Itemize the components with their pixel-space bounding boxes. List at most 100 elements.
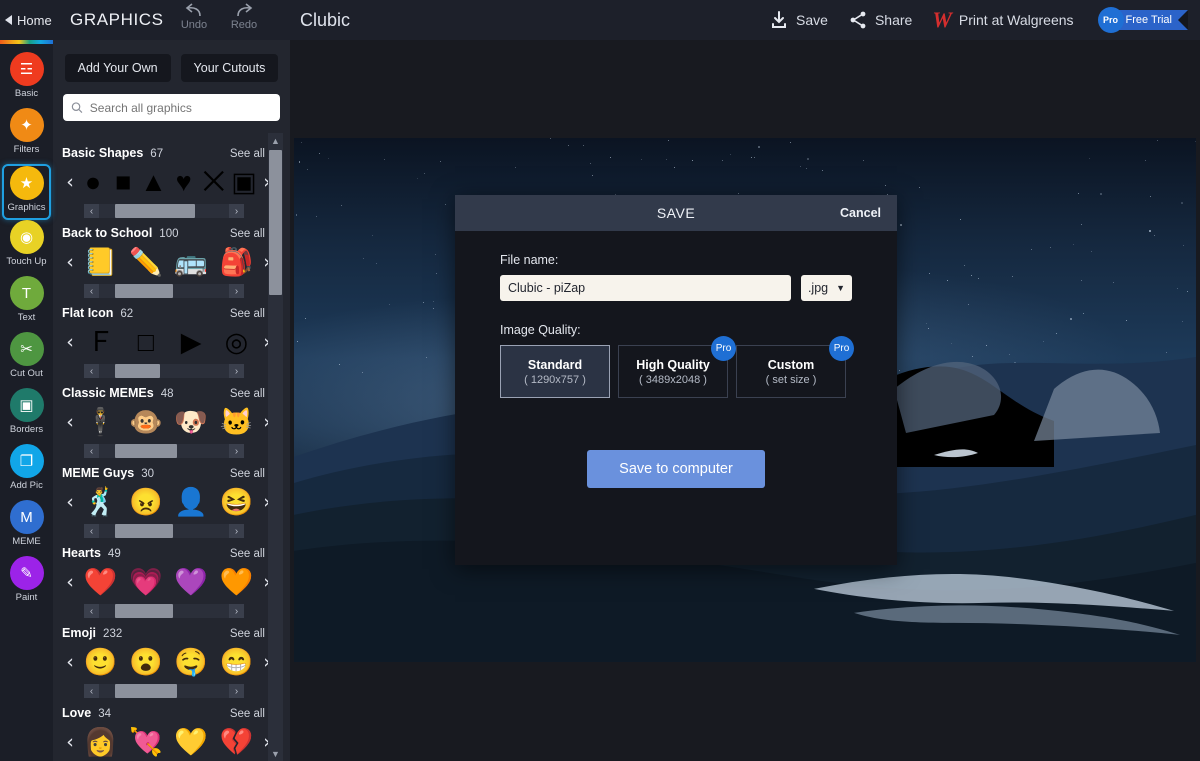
see-all-link[interactable]: See all [230,148,265,160]
graphic-thumb[interactable]: 🐵 [126,402,166,442]
row-prev-arrow-icon[interactable]: ‹ [62,331,78,353]
graphic-thumb[interactable]: ■ [108,162,138,202]
row-prev-arrow-icon[interactable]: ‹ [62,411,78,433]
row-scroll-track[interactable] [99,524,229,538]
graphic-thumb[interactable]: 😁 [216,642,256,682]
file-name-input[interactable] [500,275,791,301]
scrollbar-thumb[interactable] [269,150,282,295]
save-action[interactable]: Save [769,10,828,30]
row-scrollbar[interactable]: ‹ › [84,524,244,538]
row-scroll-thumb[interactable] [114,204,196,218]
graphic-thumb[interactable]: 🚌 [171,242,211,282]
graphic-thumb[interactable]: □ [126,322,166,362]
search-input[interactable] [89,100,272,115]
undo-button[interactable]: Undo [176,3,212,31]
see-all-link[interactable]: See all [230,708,265,720]
graphic-thumb[interactable]: ◎ [216,322,256,362]
row-scroll-right-icon[interactable]: › [229,284,244,298]
rail-item-meme[interactable]: M MEME [0,500,53,556]
graphic-thumb[interactable]: ♥ [169,162,199,202]
graphic-thumb[interactable]: 🕴️ [81,402,121,442]
graphic-thumb[interactable]: 🧡 [216,562,256,602]
row-scroll-thumb[interactable] [114,284,174,298]
row-scrollbar[interactable]: ‹ › [84,284,244,298]
graphic-thumb[interactable]: ▶ [171,322,211,362]
graphic-thumb[interactable]: 💛 [171,722,211,761]
graphic-thumb[interactable]: 💘 [126,722,166,761]
scroll-down-arrow-icon[interactable]: ▼ [268,746,283,761]
row-scroll-track[interactable] [99,444,229,458]
graphic-thumb[interactable]: ▣ [229,162,259,202]
row-scroll-left-icon[interactable]: ‹ [84,444,99,458]
row-scrollbar[interactable]: ‹ › [84,604,244,618]
redo-button[interactable]: Redo [226,3,262,31]
row-scroll-thumb[interactable] [114,444,177,458]
graphic-thumb[interactable]: 🎒 [216,242,256,282]
row-prev-arrow-icon[interactable]: ‹ [62,571,78,593]
row-scrollbar[interactable]: ‹ › [84,364,244,378]
graphic-thumb[interactable]: ✏️ [126,242,166,282]
row-prev-arrow-icon[interactable]: ‹ [62,251,78,273]
row-scroll-left-icon[interactable]: ‹ [84,204,99,218]
graphic-thumb[interactable]: 📒 [81,242,121,282]
row-scroll-right-icon[interactable]: › [229,444,244,458]
row-scroll-track[interactable] [99,604,229,618]
row-scroll-right-icon[interactable]: › [229,684,244,698]
graphic-thumb[interactable]: Ｆ [81,322,121,362]
row-scroll-left-icon[interactable]: ‹ [84,284,99,298]
row-scroll-left-icon[interactable]: ‹ [84,604,99,618]
see-all-link[interactable]: See all [230,628,265,640]
see-all-link[interactable]: See all [230,228,265,240]
graphic-thumb[interactable]: 😆 [216,482,256,522]
graphic-thumb[interactable]: 🐱 [216,402,256,442]
graphic-thumb[interactable]: 😠 [126,482,166,522]
panel-scrollbar[interactable]: ▲ ▼ [268,133,283,761]
cancel-button[interactable]: Cancel [840,206,881,220]
graphic-thumb[interactable]: 👩 [81,722,121,761]
row-scroll-right-icon[interactable]: › [229,524,244,538]
row-scroll-track[interactable] [99,204,229,218]
rail-item-basic[interactable]: ☲ Basic [0,52,53,108]
row-scrollbar[interactable]: ‹ › [84,684,244,698]
rail-item-text[interactable]: T Text [0,276,53,332]
save-to-computer-button[interactable]: Save to computer [587,450,765,488]
rail-item-graphics[interactable]: ★ Graphics [2,164,51,220]
row-scroll-track[interactable] [99,284,229,298]
add-your-own-button[interactable]: Add Your Own [64,54,171,82]
rail-item-touch-up[interactable]: ◉ Touch Up [0,220,53,276]
home-button[interactable]: Home [0,0,53,40]
row-scrollbar[interactable]: ‹ › [84,444,244,458]
row-scroll-thumb[interactable] [114,524,174,538]
graphic-thumb[interactable]: 🕺 [81,482,121,522]
graphic-thumb[interactable]: ▲ [138,162,168,202]
row-prev-arrow-icon[interactable]: ‹ [62,171,78,193]
row-scroll-right-icon[interactable]: › [229,604,244,618]
rail-item-cut-out[interactable]: ✂ Cut Out [0,332,53,388]
rail-item-add-pic[interactable]: ❐ Add Pic [0,444,53,500]
row-scroll-left-icon[interactable]: ‹ [84,684,99,698]
rail-item-paint[interactable]: ✎ Paint [0,556,53,612]
scroll-up-arrow-icon[interactable]: ▲ [268,133,283,148]
see-all-link[interactable]: See all [230,548,265,560]
row-prev-arrow-icon[interactable]: ‹ [62,731,78,753]
graphic-thumb[interactable]: 😮 [126,642,166,682]
graphic-thumb[interactable]: 💔 [216,722,256,761]
row-prev-arrow-icon[interactable]: ‹ [62,491,78,513]
row-scroll-track[interactable] [99,364,229,378]
graphic-thumb[interactable]: 🙂 [81,642,121,682]
graphic-thumb[interactable]: 💜 [171,562,211,602]
quality-option-high-quality[interactable]: High Quality( 3489x2048 ) Pro [618,336,736,398]
row-prev-arrow-icon[interactable]: ‹ [62,651,78,673]
graphic-thumb[interactable]: 🤤 [171,642,211,682]
file-extension-select[interactable]: .jpg ▼ [800,275,852,301]
row-scroll-thumb[interactable] [114,604,174,618]
see-all-link[interactable]: See all [230,308,265,320]
rail-item-borders[interactable]: ▣ Borders [0,388,53,444]
row-scroll-right-icon[interactable]: › [229,204,244,218]
see-all-link[interactable]: See all [230,468,265,480]
quality-option-custom[interactable]: Custom( set size ) Pro [736,336,854,398]
search-box[interactable] [63,94,280,121]
print-walgreens-action[interactable]: W Print at Walgreens [932,9,1073,31]
your-cutouts-button[interactable]: Your Cutouts [180,54,279,82]
graphic-thumb[interactable]: ❤️ [81,562,121,602]
